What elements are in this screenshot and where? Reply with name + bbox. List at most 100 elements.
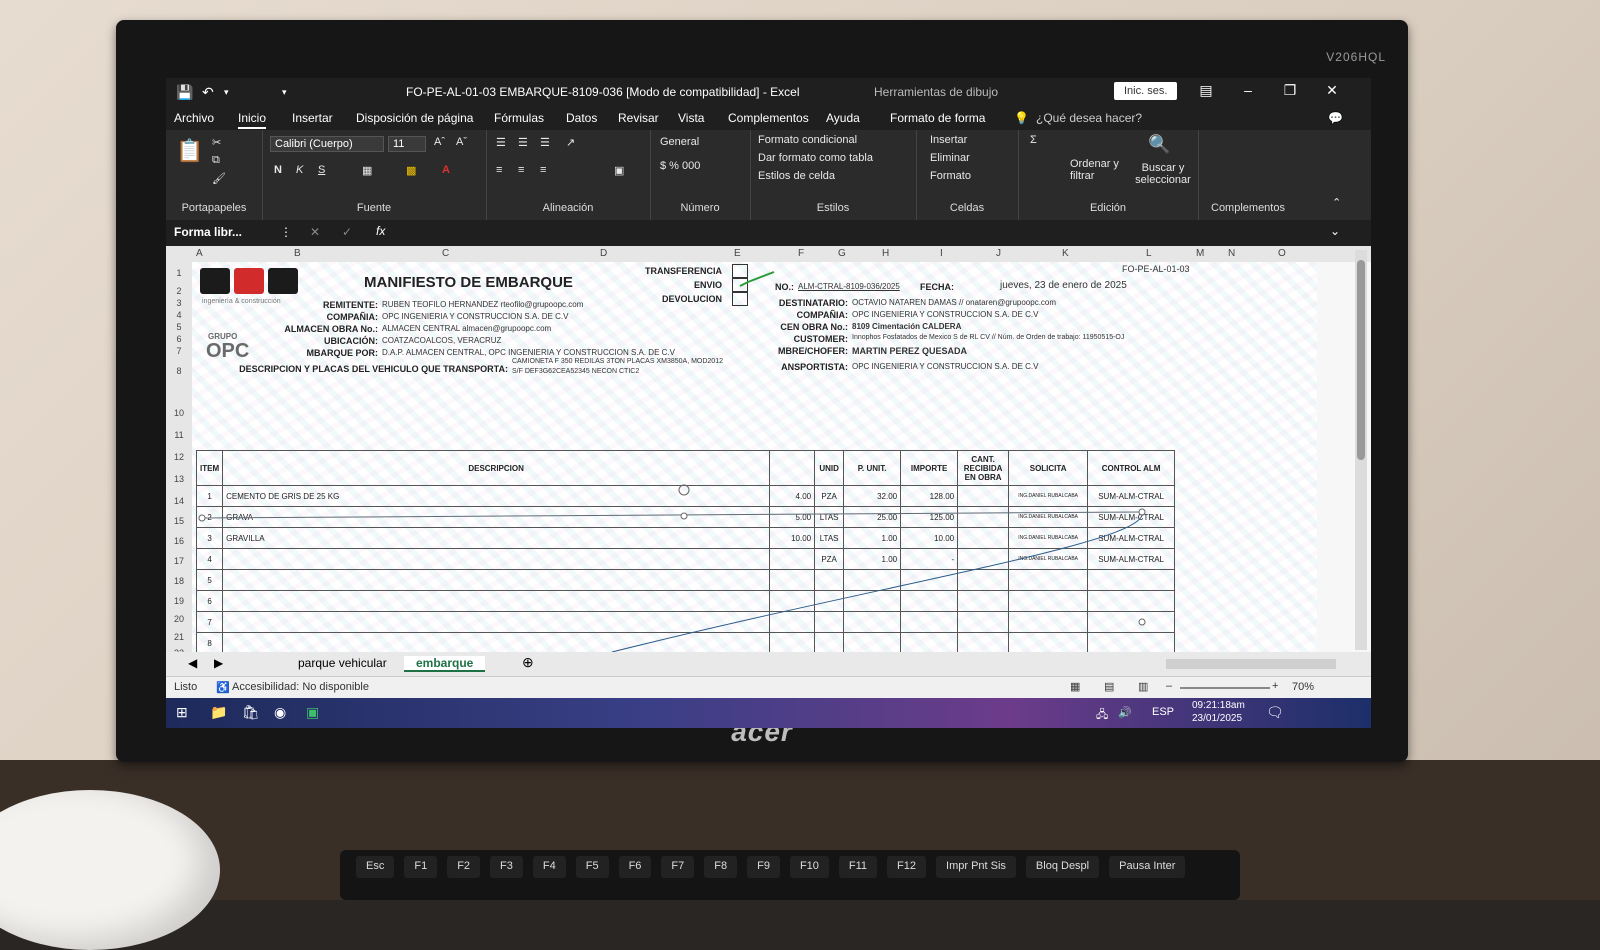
zoom-slider[interactable] xyxy=(1180,687,1270,689)
language-indicator[interactable]: ESP xyxy=(1152,706,1174,718)
merge-center-icon[interactable]: ▣ xyxy=(614,164,624,177)
enter-formula-icon[interactable]: ✓ xyxy=(342,225,352,239)
zoom-out-icon[interactable]: – xyxy=(1166,680,1172,692)
col-e[interactable]: E xyxy=(734,248,741,259)
align-middle-icon[interactable]: ☰ xyxy=(518,136,528,149)
col-k[interactable]: K xyxy=(1062,248,1069,259)
minimize-button[interactable]: – xyxy=(1238,82,1258,98)
file-explorer-icon[interactable]: 📁 xyxy=(210,704,227,721)
ribbon-display-icon[interactable]: ▤ xyxy=(1196,82,1216,99)
row-header[interactable]: 15 xyxy=(166,516,192,526)
tab-datos[interactable]: Datos xyxy=(566,111,597,125)
comments-icon[interactable]: 💬 xyxy=(1328,111,1343,125)
network-icon[interactable]: 🖧 xyxy=(1096,706,1108,725)
row-header[interactable]: 4 xyxy=(166,310,192,320)
row-header[interactable]: 10 xyxy=(166,408,192,418)
tab-revisar[interactable]: Revisar xyxy=(618,111,659,125)
col-i[interactable]: I xyxy=(940,248,943,259)
autosum-icon[interactable]: Σ xyxy=(1030,134,1037,146)
col-l[interactable]: L xyxy=(1146,248,1152,259)
sheet-tab-embarque[interactable]: embarque xyxy=(404,656,486,672)
row-header[interactable]: 6 xyxy=(166,334,192,344)
row-header[interactable]: 8 xyxy=(166,366,192,376)
undo-dropdown-icon[interactable]: ▾ xyxy=(224,87,229,98)
notifications-icon[interactable]: 🗨 xyxy=(1266,704,1284,721)
tab-inicio[interactable]: Inicio xyxy=(238,111,267,129)
col-d[interactable]: D xyxy=(600,248,607,259)
format-as-table-button[interactable]: Dar formato como tabla xyxy=(758,152,873,164)
tab-archivo[interactable]: Archivo xyxy=(174,111,214,125)
tell-me-input[interactable]: ¿Qué desea hacer? xyxy=(1036,111,1142,125)
col-b[interactable]: B xyxy=(294,248,301,259)
tab-formato-forma[interactable]: Formato de forma xyxy=(890,111,985,125)
copy-icon[interactable]: ⧉ xyxy=(212,154,220,167)
insert-cells-button[interactable]: Insertar xyxy=(930,134,967,146)
accessibility-status[interactable]: Accesibilidad: No disponible xyxy=(232,681,369,693)
row-header[interactable]: 19 xyxy=(166,596,192,606)
zoom-in-icon[interactable]: + xyxy=(1272,680,1278,692)
more-icon[interactable]: ⋮ xyxy=(280,225,292,239)
font-color-icon[interactable]: A xyxy=(442,164,450,176)
align-bottom-icon[interactable]: ☰ xyxy=(540,136,550,149)
tab-complementos[interactable]: Complementos xyxy=(728,111,809,125)
next-sheet-icon[interactable]: ▶ xyxy=(202,656,235,670)
page-layout-icon[interactable]: ▤ xyxy=(1104,680,1114,693)
sort-filter-button[interactable]: Ordenar y filtrar xyxy=(1070,158,1120,182)
col-j[interactable]: J xyxy=(996,248,1001,259)
horizontal-scrollbar[interactable] xyxy=(1166,659,1336,669)
col-h[interactable]: H xyxy=(882,248,889,259)
align-center-icon[interactable]: ≡ xyxy=(518,164,524,176)
restore-button[interactable]: ❐ xyxy=(1280,82,1300,99)
freeform-shape[interactable] xyxy=(192,262,1317,652)
row-header[interactable]: 18 xyxy=(166,576,192,586)
vertical-scrollbar[interactable] xyxy=(1355,250,1367,650)
conditional-format-button[interactable]: Formato condicional xyxy=(758,134,857,146)
tab-formulas[interactable]: Fórmulas xyxy=(494,111,544,125)
clock-time[interactable]: 09:21:18am xyxy=(1192,700,1245,711)
row-header[interactable]: 7 xyxy=(166,346,192,356)
clock-date[interactable]: 23/01/2025 xyxy=(1192,713,1242,724)
col-g[interactable]: G xyxy=(838,248,846,259)
zoom-level[interactable]: 70% xyxy=(1292,681,1314,693)
close-button[interactable]: ✕ xyxy=(1322,82,1342,99)
format-cells-button[interactable]: Formato xyxy=(930,170,971,182)
cell-styles-button[interactable]: Estilos de celda xyxy=(758,170,835,182)
font-name-select[interactable]: Calibri (Cuerpo) xyxy=(270,136,384,152)
col-c[interactable]: C xyxy=(442,248,449,259)
normal-view-icon[interactable]: ▦ xyxy=(1070,680,1080,693)
start-icon[interactable]: ⊞ xyxy=(176,704,188,721)
align-top-icon[interactable]: ☰ xyxy=(496,136,506,149)
col-a[interactable]: A xyxy=(196,248,203,259)
sheet-tab-parque[interactable]: parque vehicular xyxy=(286,656,399,670)
undo-icon[interactable]: ↶ xyxy=(202,84,214,101)
row-header[interactable]: 13 xyxy=(166,474,192,484)
row-header[interactable]: 17 xyxy=(166,556,192,566)
chrome-icon[interactable]: ◉ xyxy=(274,704,286,721)
borders-icon[interactable]: ▦ xyxy=(362,164,372,177)
search-icon[interactable]: 🔍 xyxy=(1148,134,1170,155)
scroll-thumb[interactable] xyxy=(1357,260,1365,460)
italic-button[interactable]: K xyxy=(296,164,303,176)
insert-function-icon[interactable]: fx xyxy=(376,224,385,238)
excel-icon[interactable]: ▣ xyxy=(306,704,319,721)
expand-formula-icon[interactable]: ⌄ xyxy=(1330,224,1340,238)
signin-button[interactable]: Inic. ses. xyxy=(1114,82,1178,100)
bold-button[interactable]: N xyxy=(274,164,282,176)
number-format-select[interactable]: General xyxy=(660,136,699,148)
row-header[interactable]: 2 xyxy=(166,286,192,296)
add-sheet-icon[interactable]: ⊕ xyxy=(510,654,546,671)
tab-vista[interactable]: Vista xyxy=(678,111,704,125)
store-icon[interactable]: 🛍 xyxy=(242,704,260,721)
row-header[interactable]: 3 xyxy=(166,298,192,308)
grow-font-icon[interactable]: Aˆ xyxy=(434,136,445,148)
col-f[interactable]: F xyxy=(798,248,804,259)
row-header[interactable]: 12 xyxy=(166,452,192,462)
align-right-icon[interactable]: ≡ xyxy=(540,164,546,176)
customize-toolbar-icon[interactable]: ▾ xyxy=(282,87,287,98)
row-header[interactable]: 21 xyxy=(166,632,192,642)
align-left-icon[interactable]: ≡ xyxy=(496,164,502,176)
collapse-ribbon-icon[interactable]: ⌃ xyxy=(1332,196,1341,209)
row-header[interactable]: 16 xyxy=(166,536,192,546)
tab-ayuda[interactable]: Ayuda xyxy=(826,111,860,125)
paste-icon[interactable]: 📋 xyxy=(176,138,203,164)
